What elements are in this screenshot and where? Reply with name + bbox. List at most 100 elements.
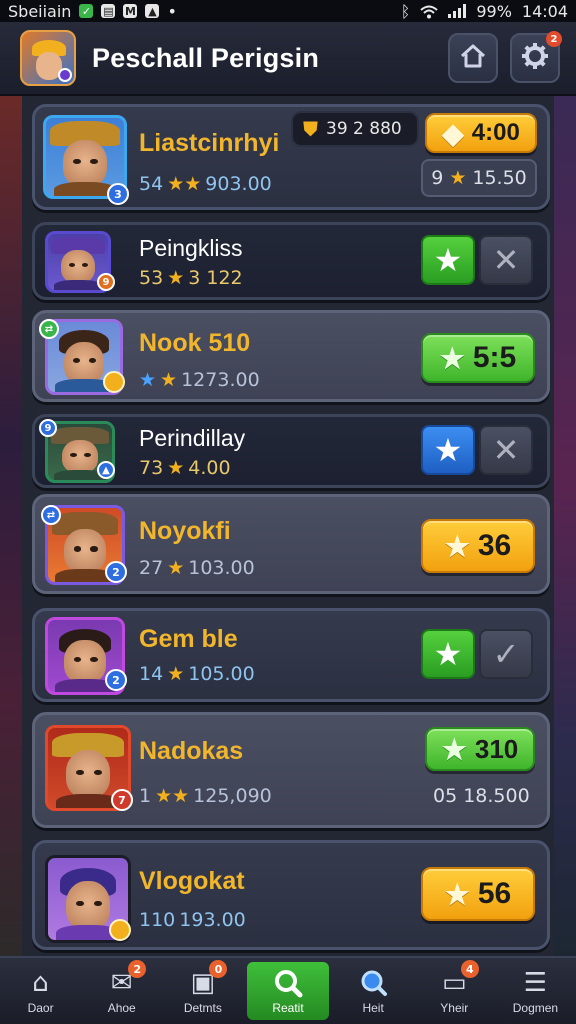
list-item[interactable]: ⇄ 2 Noyokfi 27 ★ 103.00 ★ 36	[32, 494, 550, 594]
player-name: Perindillay	[139, 425, 246, 451]
page-title: Peschall Perigsin	[92, 42, 320, 73]
player-stats: 54 ★★ 903.00	[139, 173, 272, 195]
star-icon: ★	[441, 733, 467, 765]
player-name: Nook 510	[139, 329, 251, 357]
coin-icon	[109, 919, 131, 941]
currency-chip: ⛊ 39 2 880	[291, 111, 419, 147]
nav-item-cards[interactable]: ▭ Yheir 4	[414, 958, 495, 1024]
list-item[interactable]: 2 Gem ble 14 ★ 105.00 ★ ✓	[32, 608, 550, 702]
star-icon: ★	[433, 241, 463, 279]
decline-button[interactable]: ✕	[479, 425, 533, 475]
level-badge: 2	[105, 561, 127, 583]
player-stats: ★ ★ 1273.00	[139, 369, 260, 391]
star-icon: ★	[167, 663, 185, 685]
notification-badge: 2	[546, 31, 562, 47]
nav-item-home[interactable]: ⌂ Daor	[0, 958, 81, 1024]
star-icon: ★	[160, 369, 178, 391]
level-badge: 3	[107, 183, 129, 205]
search-icon	[271, 967, 305, 999]
star-icon: ★	[139, 369, 157, 391]
player-name: Gem ble	[139, 625, 238, 653]
close-icon: ✕	[492, 431, 520, 469]
player-name: Nadokas	[139, 737, 244, 765]
signal-icon	[448, 4, 467, 18]
star-icon: ★	[167, 557, 185, 579]
magnifier-icon	[356, 967, 390, 999]
reward-button[interactable]: ★ 5:5	[421, 333, 535, 383]
notification-badge: 2	[128, 960, 147, 978]
level-badge: 9	[97, 273, 115, 291]
mail-notification-icon: M	[123, 4, 138, 18]
decline-button[interactable]: ✕	[479, 235, 533, 285]
carrier-label: Sbeiiain	[8, 1, 72, 21]
player-stats: 1 ★★ 125,090	[139, 785, 272, 807]
level-badge: ▲	[97, 461, 115, 479]
player-stats: 27 ★ 103.00	[139, 557, 255, 579]
level-badge: ⇄	[39, 319, 59, 339]
app-header: Peschall Perigsin 2	[0, 22, 576, 96]
star-icon: ★★	[167, 173, 202, 195]
list-item[interactable]: 9 ▲ Perindillay 73 ★ 4.00 ★ ✕	[32, 414, 550, 488]
player-name: Vlogokat	[139, 867, 245, 895]
player-stats: 14 ★ 105.00	[139, 663, 255, 685]
player-list[interactable]: 3 Liastcinrhyi 54 ★★ 903.00 ⛊ 39 2 880 ◆ 4…	[22, 96, 554, 956]
star-icon: ★	[433, 431, 463, 469]
nav-item-menu[interactable]: ☰ Dogmen	[495, 958, 576, 1024]
level-badge: 7	[111, 789, 133, 811]
list-item[interactable]: 9 Peingkliss 53 ★ 3 122 ★ ✕	[32, 222, 550, 300]
star-icon: ★	[167, 267, 185, 289]
list-item[interactable]: Vlogokat 110 193.00 ★ 56	[32, 840, 550, 950]
gear-icon	[521, 42, 549, 74]
score-label: 05 18.500	[433, 785, 530, 807]
player-name: Liastcinrhyi	[139, 129, 280, 157]
player-stats: 110 193.00	[139, 909, 246, 931]
accept-button[interactable]: ★	[421, 425, 475, 475]
bottom-navigation: ⌂ Daor ✉ Ahoe 2 ▣ Detmts 0 Reatit Heit ▭…	[0, 956, 576, 1024]
dot-icon: •	[167, 1, 177, 21]
accept-button[interactable]: ★	[421, 235, 475, 285]
reward-button[interactable]: ★ 56	[421, 867, 535, 921]
gem-icon: ◆	[442, 117, 464, 149]
app-notification-icon: ✓	[79, 4, 94, 18]
star-icon: ★	[167, 457, 185, 479]
nav-item-chat[interactable]: ✉ Ahoe 2	[81, 958, 162, 1024]
nav-item-search[interactable]: Reatit	[247, 962, 329, 1020]
list-item[interactable]: ⇄ Nook 510 ★ ★ 1273.00 ★ 5:5	[32, 310, 550, 402]
document-notification-icon: ▤	[101, 4, 116, 18]
coin-icon	[103, 371, 125, 393]
home-icon: ⌂	[32, 968, 49, 998]
star-icon: ★★	[155, 785, 190, 807]
close-icon: ✕	[492, 241, 520, 279]
list-item[interactable]: 7 Nadokas 1 ★★ 125,090 ★ 310 05 18.500	[32, 712, 550, 828]
player-name: Noyokfi	[139, 517, 231, 545]
clock-label: 14:04	[521, 1, 568, 21]
star-icon: ★	[449, 167, 467, 189]
reward-button[interactable]: ★ 36	[421, 519, 535, 573]
nav-item-explore[interactable]: Heit	[333, 958, 414, 1024]
star-icon: ★	[439, 342, 465, 374]
notification-badge: 4	[460, 960, 479, 978]
decor-left	[0, 96, 22, 956]
star-icon: ★	[444, 878, 470, 910]
level-badge: 2	[105, 669, 127, 691]
menu-icon: ☰	[523, 968, 548, 998]
level-badge: 9	[39, 419, 57, 437]
accept-button[interactable]: ★	[421, 629, 475, 679]
level-badge: ⇄	[41, 505, 61, 525]
reward-button[interactable]: ◆ 4:00	[425, 113, 537, 153]
shield-icon: ⛊	[303, 117, 318, 141]
reward-button[interactable]: ★ 310	[425, 727, 535, 771]
house-icon	[459, 43, 487, 73]
status-bar: Sbeiiain ✓ ▤ M ▲ • ᛒ 99% 14:04	[0, 0, 576, 22]
notification-badge: 0	[209, 960, 228, 978]
star-icon: ★	[444, 530, 470, 562]
nav-item-bag[interactable]: ▣ Detmts 0	[162, 958, 243, 1024]
list-item[interactable]: 3 Liastcinrhyi 54 ★★ 903.00 ⛊ 39 2 880 ◆ 4…	[32, 104, 550, 210]
home-button[interactable]	[448, 33, 498, 83]
profile-avatar[interactable]	[20, 30, 76, 86]
bluetooth-icon: ᛒ	[400, 1, 411, 21]
settings-button[interactable]: 2	[510, 31, 562, 83]
check-icon: ✓	[492, 635, 520, 673]
player-name: Peingkliss	[139, 235, 243, 261]
confirm-button[interactable]: ✓	[479, 629, 533, 679]
